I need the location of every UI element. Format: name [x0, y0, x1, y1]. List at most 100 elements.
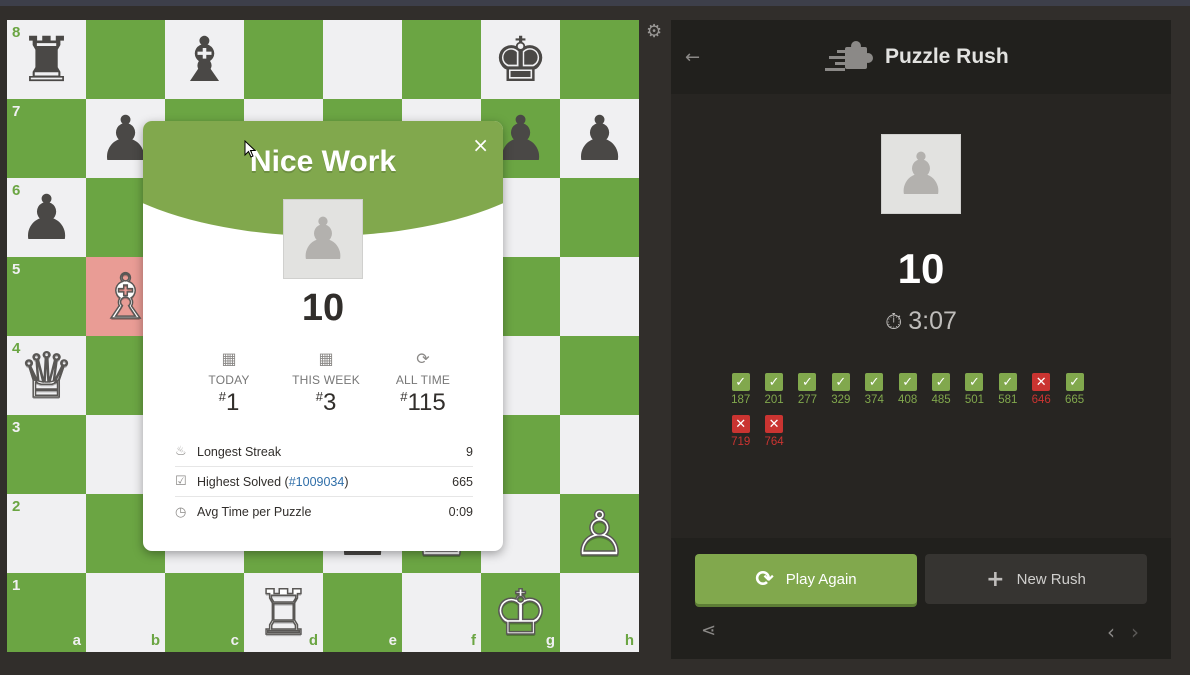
results-grid: ✓ 187 ✓ 201 ✓ 277 ✓ 329 ✓ 374 ✓ 408 ✓ 485 ✓ 501 ✓ 581 ✕ 646…	[724, 373, 1124, 457]
mouse-cursor-icon	[244, 140, 256, 158]
square-h3[interactable]	[560, 415, 639, 494]
result-rating: 665	[1065, 394, 1085, 406]
result-rating: 581	[998, 394, 1018, 406]
black-pawn-icon[interactable]: ♟	[19, 186, 75, 249]
result-rating: 187	[731, 394, 751, 406]
check-icon: ✓	[865, 373, 884, 391]
square-a3[interactable]: 3	[7, 415, 86, 494]
result-item[interactable]: ✓ 374	[858, 373, 891, 415]
square-f8[interactable]	[402, 20, 481, 99]
result-item[interactable]: ✓ 408	[891, 373, 924, 415]
check-icon: ✓	[765, 373, 784, 391]
square-g8[interactable]: ♚	[481, 20, 560, 99]
panel-score: 10	[897, 245, 945, 292]
check-icon: ✓	[898, 373, 917, 391]
rank-label: THIS WEEK	[292, 373, 360, 387]
stat-label: Avg Time per Puzzle	[197, 505, 312, 519]
chevron-right-icon[interactable]: ›	[1131, 620, 1139, 644]
rank-today: ▦ TODAY #1	[181, 349, 277, 417]
square-a1[interactable]: 1a	[7, 573, 86, 652]
check-icon: ✓	[731, 373, 750, 391]
square-h2[interactable]: ♙	[560, 494, 639, 573]
result-item[interactable]: ✓ 665	[1058, 373, 1091, 415]
square-c8[interactable]: ♝	[165, 20, 244, 99]
square-a7[interactable]: 7	[7, 99, 86, 178]
white-king-icon[interactable]: ♔	[492, 580, 549, 644]
black-pawn-icon[interactable]: ♟	[572, 107, 628, 170]
stat-label: Highest Solved (#1009034)	[197, 474, 349, 489]
rank-label: 4	[12, 340, 21, 357]
black-king-icon[interactable]: ♚	[493, 28, 549, 91]
result-item[interactable]: ✓ 501	[958, 373, 991, 415]
square-a5[interactable]: 5	[7, 257, 86, 336]
gear-icon[interactable]: ⚙	[646, 23, 664, 41]
square-h4[interactable]	[560, 336, 639, 415]
white-queen-icon[interactable]: ♕	[18, 343, 75, 407]
stat-avg-time: ◷ Avg Time per Puzzle 0:09	[175, 497, 473, 527]
result-item[interactable]: ✓ 187	[724, 373, 757, 415]
rank-summary: ▦ TODAY #1 ▦ THIS WEEK #3 ⟳ ALL TIME #11…	[181, 349, 471, 417]
square-c1[interactable]: c	[165, 573, 244, 652]
clock-icon: ◷	[175, 504, 187, 520]
modal-score: 10	[301, 287, 345, 329]
share-icon[interactable]: ⋖	[701, 620, 716, 641]
puzzle-link[interactable]: #1009034	[289, 475, 345, 489]
close-icon[interactable]: ×	[472, 133, 489, 157]
result-rating: 646	[1031, 394, 1051, 406]
black-rook-icon[interactable]: ♜	[19, 28, 75, 91]
square-d8[interactable]	[244, 20, 323, 99]
white-pawn-icon[interactable]: ♙	[571, 501, 628, 565]
pawn-avatar: ♟	[283, 199, 363, 279]
square-h8[interactable]	[560, 20, 639, 99]
square-b8[interactable]	[86, 20, 165, 99]
rank-value: #3	[315, 389, 337, 416]
result-item[interactable]: ✕ 646	[1025, 373, 1058, 415]
square-b1[interactable]: b	[86, 573, 165, 652]
rank-label: 1	[12, 577, 21, 594]
back-arrow-icon[interactable]: ←	[685, 47, 700, 68]
square-d1[interactable]: d ♖	[244, 573, 323, 652]
chevron-left-icon[interactable]: ‹	[1107, 620, 1115, 644]
x-icon: ✕	[765, 415, 784, 433]
result-item[interactable]: ✓ 581	[991, 373, 1024, 415]
stopwatch-icon: ⏱	[885, 310, 903, 335]
square-h1[interactable]: h	[560, 573, 639, 652]
rank-label: 6	[12, 182, 21, 199]
file-label: e	[388, 632, 397, 649]
square-a4[interactable]: 4 ♕	[7, 336, 86, 415]
square-g1[interactable]: g ♔	[481, 573, 560, 652]
plus-icon: +	[986, 566, 1005, 592]
result-rating: 329	[831, 394, 851, 406]
square-h5[interactable]	[560, 257, 639, 336]
new-rush-button[interactable]: + New Rush	[925, 554, 1147, 604]
result-item[interactable]: ✕ 719	[724, 415, 757, 457]
check-icon: ✓	[831, 373, 850, 391]
stat-value: 9	[466, 444, 473, 459]
square-e8[interactable]	[323, 20, 402, 99]
calendar-icon: ▦	[318, 349, 334, 368]
result-rating: 408	[898, 394, 918, 406]
result-item[interactable]: ✓ 329	[824, 373, 857, 415]
square-a6[interactable]: 6 ♟	[7, 178, 86, 257]
results-modal: Nice Work × ♟ 10 ▦ TODAY #1 ▦ THIS WEEK …	[143, 121, 503, 551]
square-e1[interactable]: e	[323, 573, 402, 652]
square-a2[interactable]: 2	[7, 494, 86, 573]
result-item[interactable]: ✕ 764	[757, 415, 790, 457]
modal-title: Nice Work	[249, 145, 397, 178]
calendar-icon: ▦	[221, 349, 237, 368]
puzzle-rush-icon	[825, 41, 873, 71]
play-again-button[interactable]: ⟳ Play Again	[695, 554, 917, 604]
square-h7[interactable]: ♟	[560, 99, 639, 178]
file-label: h	[624, 632, 634, 649]
file-label: f	[471, 632, 476, 649]
result-item[interactable]: ✓ 277	[791, 373, 824, 415]
result-item[interactable]: ✓ 201	[757, 373, 790, 415]
white-rook-icon[interactable]: ♖	[255, 580, 312, 644]
result-item[interactable]: ✓ 485	[924, 373, 957, 415]
square-h6[interactable]	[560, 178, 639, 257]
square-a8[interactable]: 8 ♜	[7, 20, 86, 99]
x-icon: ✕	[1032, 373, 1051, 391]
black-bishop-icon[interactable]: ♝	[177, 28, 233, 91]
square-f1[interactable]: f	[402, 573, 481, 652]
result-rating: 764	[764, 436, 784, 448]
